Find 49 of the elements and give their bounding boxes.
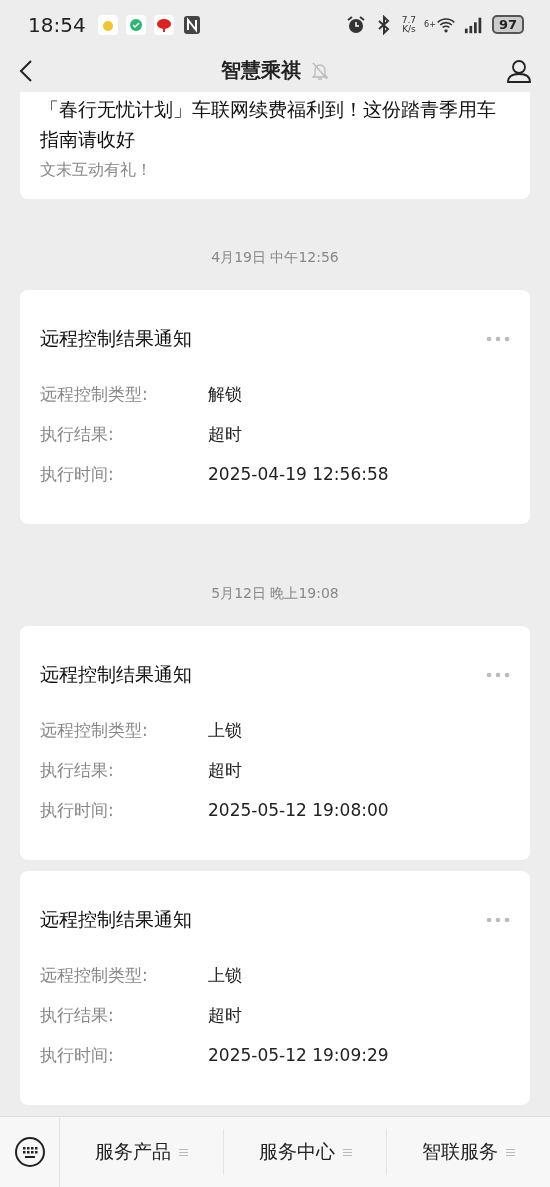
timestamp: 5月12日 晚上19:08 [211, 585, 339, 601]
field-value: 2025-05-12 19:08:00 [208, 800, 389, 820]
nav-title: 智慧乘祺 [221, 57, 301, 85]
field-label: 执行结果: [40, 758, 115, 782]
field-label: 远程控制类型: [40, 963, 149, 987]
field-value: 2025-05-12 19:09:29 [208, 1045, 389, 1065]
message-subtitle: 文末互动有礼！ [40, 160, 153, 181]
muted-bell-icon [311, 60, 329, 81]
app-notification-icon [153, 14, 174, 35]
card-title: 远程控制结果通知 [40, 907, 192, 932]
menu-tab[interactable]: 服务中心 [223, 1129, 388, 1175]
card-title: 远程控制结果通知 [40, 662, 192, 687]
field-value: 2025-04-19 12:56:58 [208, 464, 389, 484]
message-title: 「春行无忧计划」车联网续费福利到！这份踏青季用车指南请收好 [40, 97, 497, 152]
timestamp: 4月19日 中午12:56 [211, 249, 339, 265]
submenu-icon [506, 1147, 516, 1157]
network-speed: 7.7 K/s [401, 15, 417, 34]
battery-level: 97 [491, 15, 524, 35]
nfc-icon [181, 14, 202, 35]
field-label: 执行结果: [40, 1003, 115, 1027]
app-notification-icon [97, 14, 118, 35]
field-value: 上锁 [208, 718, 242, 742]
card-title: 远程控制结果通知 [40, 326, 192, 351]
submenu-icon [178, 1147, 188, 1157]
submenu-icon [342, 1147, 352, 1157]
keyboard-icon [13, 1136, 46, 1168]
menu-tab[interactable]: 智联服务 [387, 1129, 550, 1175]
field-label: 执行时间: [40, 1043, 115, 1067]
notification-card[interactable]: 远程控制结果通知 远程控制类型: 上锁 执行结果: 超时 执行时间: 2025-05-12 19:09:29 [20, 871, 530, 1105]
field-label: 远程控制类型: [40, 382, 149, 406]
profile-icon[interactable] [506, 57, 532, 84]
notification-card[interactable]: 远程控制结果通知 远程控制类型: 解锁 执行结果: 超时 执行时间: 2025-04-19 12:56:58 [20, 290, 530, 524]
menu-tab[interactable]: 服务产品 [60, 1129, 224, 1175]
field-value: 超时 [208, 1003, 242, 1027]
field-label: 执行结果: [40, 422, 115, 446]
clock: 18:54 [28, 12, 86, 37]
alarm-icon [345, 14, 366, 35]
field-label: 远程控制类型: [40, 718, 149, 742]
notification-card[interactable]: 远程控制结果通知 远程控制类型: 上锁 执行结果: 超时 执行时间: 2025-05-12 19:08:00 [20, 626, 530, 860]
message-card[interactable]: 「春行无忧计划」车联网续费福利到！这份踏青季用车指南请收好 文末互动有礼！ [20, 92, 530, 199]
back-icon[interactable] [18, 58, 34, 83]
field-label: 执行时间: [40, 798, 115, 822]
field-value: 超时 [208, 422, 242, 446]
network-type: 6+ [424, 20, 436, 29]
field-value: 超时 [208, 758, 242, 782]
field-value: 上锁 [208, 963, 242, 987]
field-value: 解锁 [208, 382, 242, 406]
app-notification-icon [125, 14, 146, 35]
field-label: 执行时间: [40, 462, 115, 486]
